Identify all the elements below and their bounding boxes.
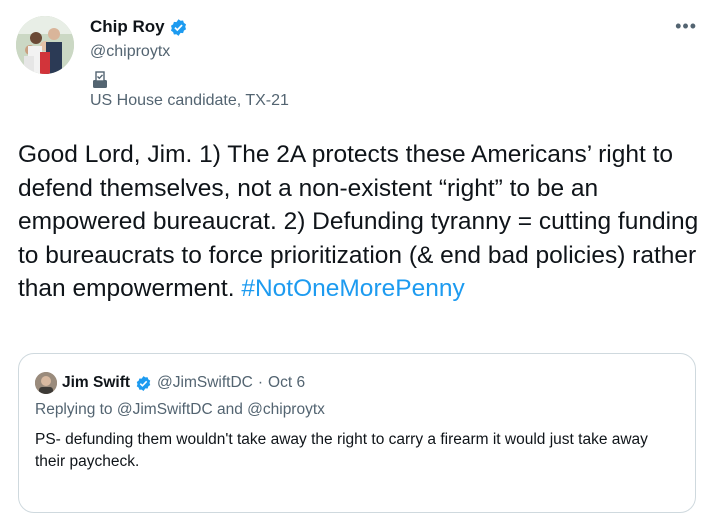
verified-badge-icon — [170, 18, 186, 36]
ballot-box-icon — [93, 71, 107, 88]
author-avatar[interactable] — [16, 16, 74, 74]
verified-badge-icon — [136, 375, 151, 391]
quoted-tweet-text: PS- defunding them wouldn't take away th… — [35, 431, 648, 470]
replying-to: Replying to @JimSwiftDC and @chiproytx — [35, 401, 325, 418]
hashtag-link[interactable]: #NotOneMorePenny — [241, 275, 464, 302]
more-icon[interactable]: ••• — [675, 16, 697, 37]
quoted-author-avatar[interactable] — [35, 372, 57, 394]
quoted-author-handle[interactable]: @JimSwiftDC — [157, 374, 253, 392]
author-label: US House candidate, TX-21 — [90, 92, 289, 109]
author-name-row[interactable]: Chip Roy — [90, 17, 188, 37]
quoted-author-name[interactable]: Jim Swift — [62, 374, 130, 392]
meta-separator: · — [257, 374, 264, 391]
quoted-tweet-header: Jim Swift @JimSwiftDC · Oct 6 — [35, 372, 305, 394]
quoted-tweet-date[interactable]: Oct 6 — [268, 374, 305, 392]
author-handle[interactable]: @chiproytx — [90, 43, 170, 61]
tweet-text: Good Lord, Jim. 1) The 2A protects these… — [18, 138, 708, 306]
author-name[interactable]: Chip Roy — [90, 17, 165, 37]
quoted-tweet[interactable]: Jim Swift @JimSwiftDC · Oct 6 Replying t… — [18, 353, 696, 513]
